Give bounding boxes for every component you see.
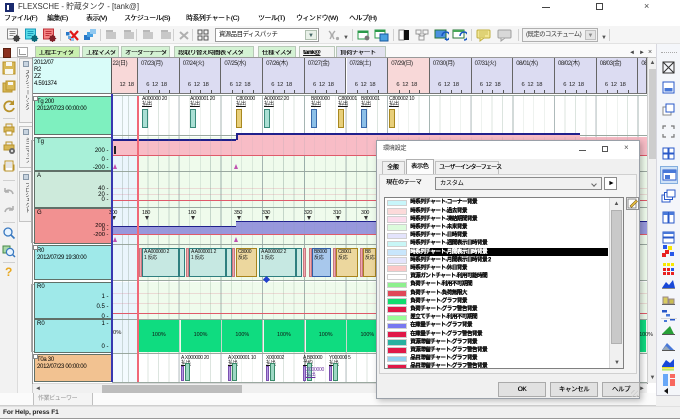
- svg-text:?: ?: [5, 265, 12, 278]
